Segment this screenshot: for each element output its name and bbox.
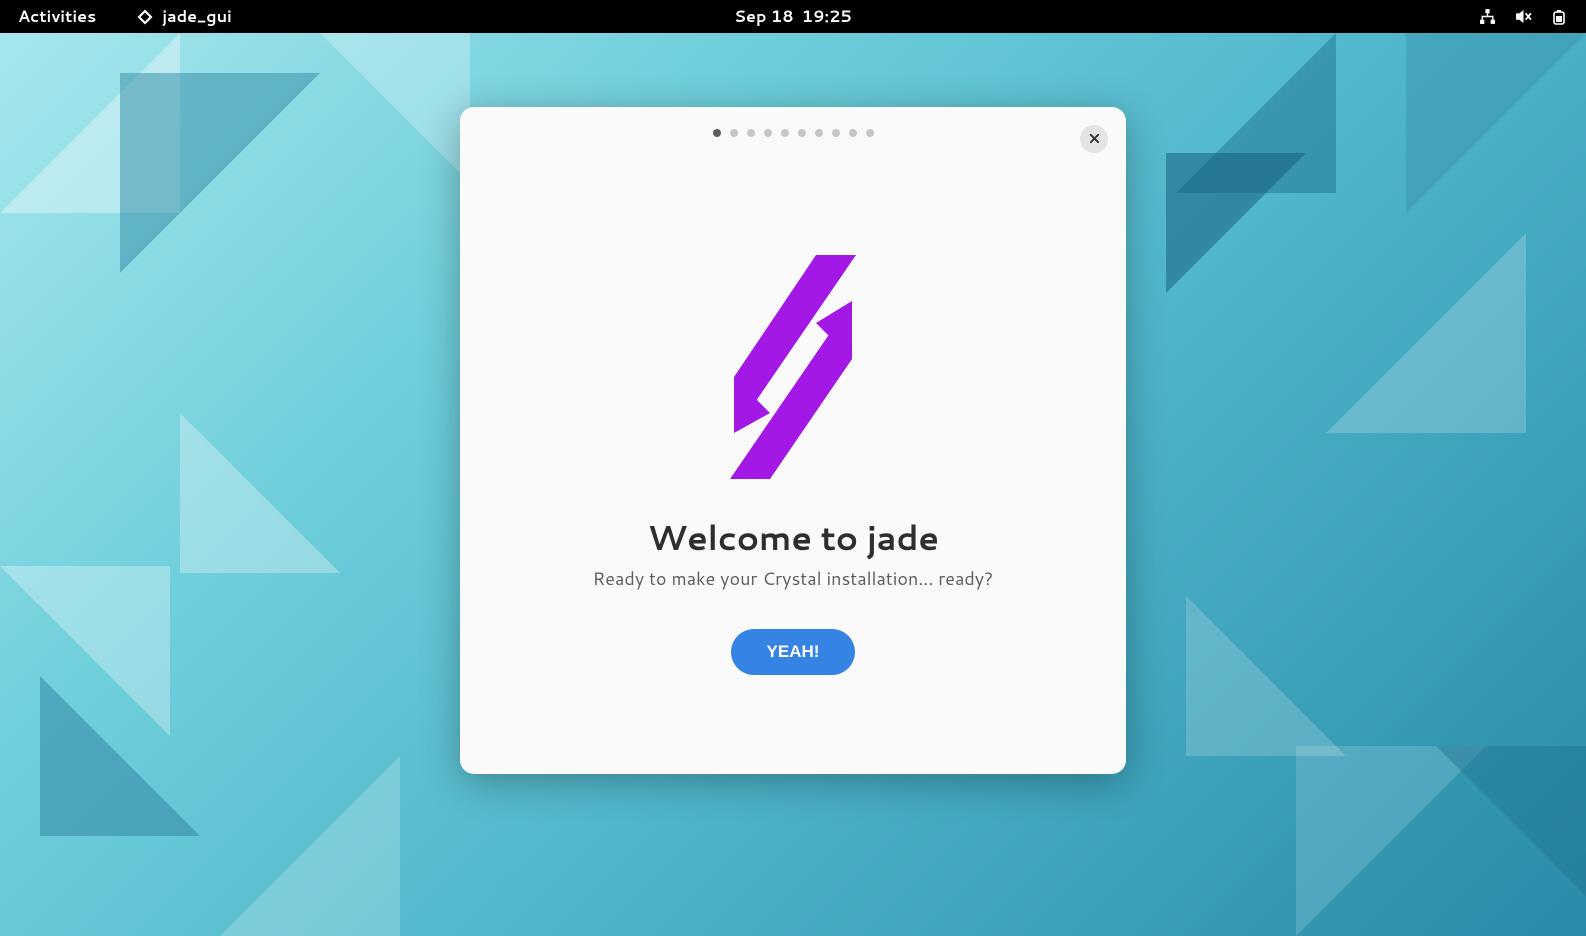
time-label: 19:25 bbox=[802, 5, 852, 28]
welcome-dialog: Welcome to jade Ready to make your Cryst… bbox=[460, 107, 1126, 774]
dialog-subtitle: Ready to make your Crystal installation.… bbox=[593, 565, 994, 591]
app-icon bbox=[136, 8, 154, 26]
top-panel: Activities jade_gui Sep 18 19:25 bbox=[0, 0, 1586, 33]
active-app-name: jade_gui bbox=[162, 5, 232, 28]
carousel-dot[interactable] bbox=[815, 129, 823, 137]
carousel-dots bbox=[713, 129, 874, 137]
close-button[interactable] bbox=[1080, 125, 1108, 153]
top-panel-left: Activities jade_gui bbox=[18, 5, 232, 28]
activities-button[interactable]: Activities bbox=[18, 5, 96, 28]
carousel-dot[interactable] bbox=[764, 129, 772, 137]
battery-icon[interactable] bbox=[1550, 8, 1568, 26]
system-tray[interactable] bbox=[1478, 8, 1568, 26]
carousel-dot[interactable] bbox=[798, 129, 806, 137]
carousel-dot[interactable] bbox=[866, 129, 874, 137]
dialog-title: Welcome to jade bbox=[647, 513, 938, 561]
carousel-dot[interactable] bbox=[781, 129, 789, 137]
carousel-dot[interactable] bbox=[747, 129, 755, 137]
yeah-button[interactable]: YEAH! bbox=[731, 629, 856, 675]
volume-muted-icon[interactable] bbox=[1514, 8, 1532, 26]
carousel-dot[interactable] bbox=[849, 129, 857, 137]
carousel-dot[interactable] bbox=[832, 129, 840, 137]
close-icon bbox=[1089, 131, 1100, 147]
carousel-dot[interactable] bbox=[713, 129, 721, 137]
network-icon[interactable] bbox=[1478, 8, 1496, 26]
date-label: Sep 18 bbox=[734, 5, 794, 28]
jade-logo bbox=[708, 255, 878, 485]
carousel-dot[interactable] bbox=[730, 129, 738, 137]
active-app-indicator[interactable]: jade_gui bbox=[136, 5, 232, 28]
clock[interactable]: Sep 18 19:25 bbox=[734, 5, 852, 28]
